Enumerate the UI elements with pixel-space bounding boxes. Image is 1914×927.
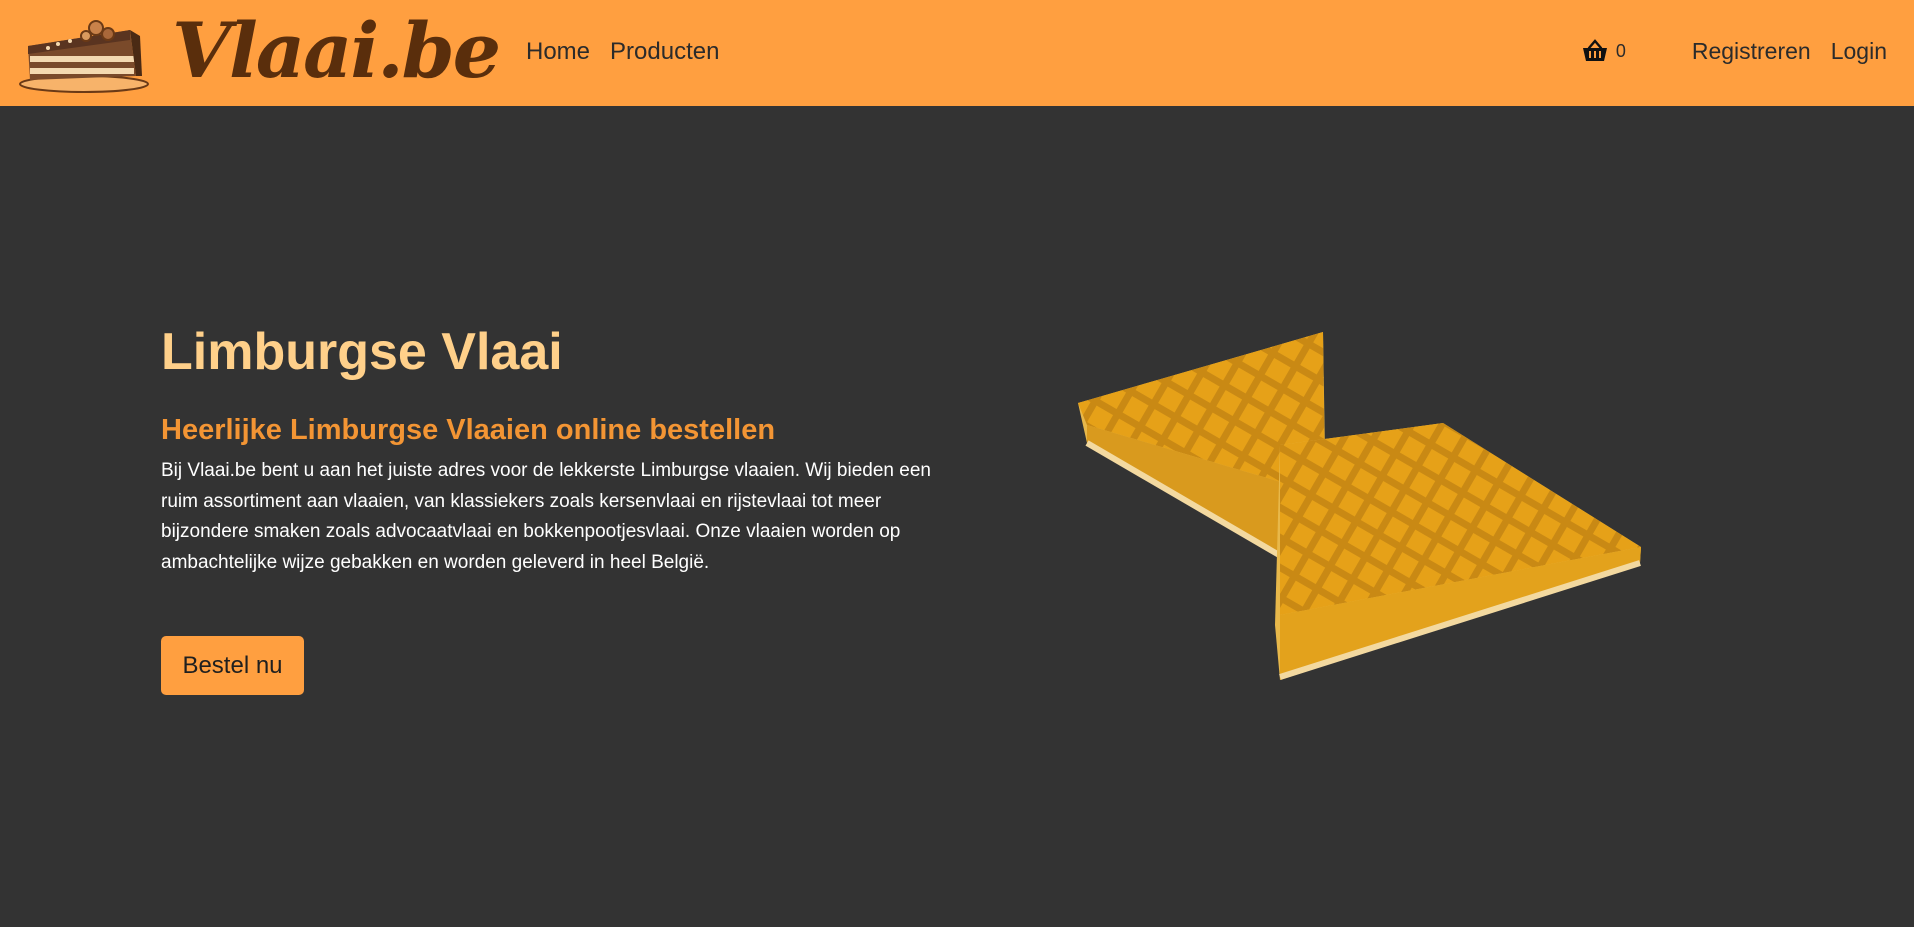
nav-link-home[interactable]: Home (526, 36, 590, 68)
brand-name[interactable]: Vlaai.be (172, 6, 501, 96)
hero-subtitle: Heerlijke Limburgse Vlaaien online beste… (161, 414, 776, 446)
shopping-basket-icon (1582, 39, 1607, 61)
hero-title: Limburgse Vlaai (161, 323, 563, 381)
navbar: Vlaai.be Home Producten 0 Registreren Lo… (0, 0, 1914, 106)
cart-button[interactable]: 0 (1582, 39, 1626, 63)
nav-link-producten[interactable]: Producten (610, 36, 719, 68)
user-nav: 0 Registreren Login (1582, 35, 1887, 67)
login-link[interactable]: Login (1831, 35, 1887, 67)
cart-count: 0 (1615, 40, 1626, 61)
order-now-button[interactable]: Bestel nu (161, 636, 304, 695)
main-nav: Home Producten (526, 36, 719, 68)
register-link[interactable]: Registreren (1692, 35, 1811, 67)
cake-slice-logo-icon[interactable] (18, 10, 154, 96)
hero-description: Bij Vlaai.be bent u aan het juiste adres… (161, 460, 931, 573)
vlaai-slices-image (1078, 332, 1641, 680)
